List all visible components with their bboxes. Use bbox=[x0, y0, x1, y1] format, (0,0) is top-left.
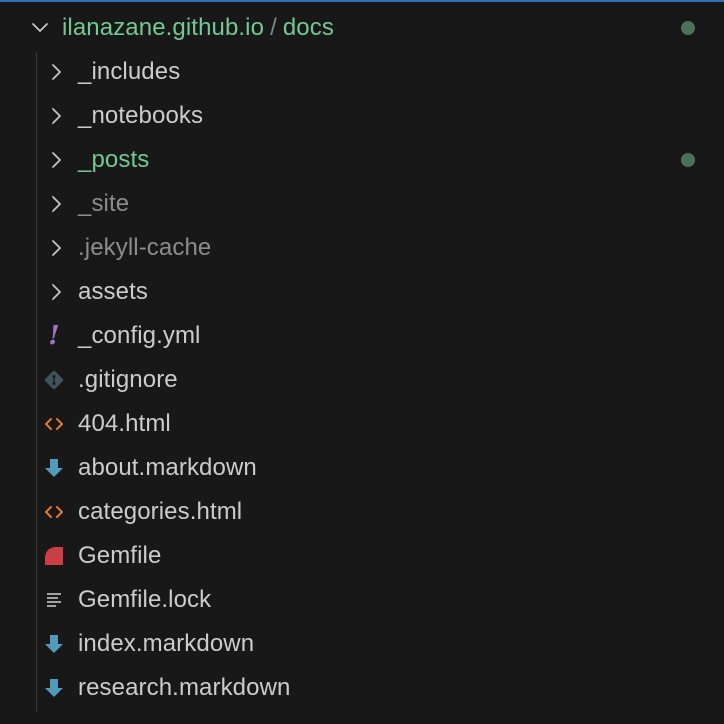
folder-label: _notebooks bbox=[78, 102, 204, 129]
lines-icon bbox=[42, 588, 66, 612]
folder-label: .jekyll-cache bbox=[78, 234, 212, 261]
chevron-right-icon[interactable] bbox=[44, 148, 68, 172]
breadcrumb-folder: docs bbox=[282, 14, 334, 41]
breadcrumb-separator: / bbox=[270, 14, 277, 41]
git-icon bbox=[42, 368, 66, 392]
folder-label: _posts bbox=[78, 146, 150, 173]
git-modified-dot bbox=[681, 21, 695, 35]
file-gemfile-lock[interactable]: Gemfile.lock bbox=[0, 578, 724, 622]
file-label: .gitignore bbox=[78, 366, 178, 393]
chevron-right-icon[interactable] bbox=[44, 280, 68, 304]
folder-jekyll-cache[interactable]: .jekyll-cache bbox=[0, 226, 724, 270]
file-about-markdown[interactable]: about.markdown bbox=[0, 446, 724, 490]
markdown-icon bbox=[42, 632, 66, 656]
chevron-right-icon[interactable] bbox=[44, 60, 68, 84]
file-categories-html[interactable]: categories.html bbox=[0, 490, 724, 534]
file-label: _config.yml bbox=[78, 322, 201, 349]
breadcrumb-parent: ilanazane.github.io bbox=[62, 14, 265, 41]
markdown-icon bbox=[42, 676, 66, 700]
file-explorer: ilanazane.github.io / docs _includes _no… bbox=[0, 0, 724, 724]
file-label: Gemfile bbox=[78, 542, 162, 569]
html-icon bbox=[42, 412, 66, 436]
folder-notebooks[interactable]: _notebooks bbox=[0, 94, 724, 138]
file-label: research.markdown bbox=[78, 674, 291, 701]
file-label: Gemfile.lock bbox=[78, 586, 212, 613]
folder-includes[interactable]: _includes bbox=[0, 50, 724, 94]
file-gitignore[interactable]: .gitignore bbox=[0, 358, 724, 402]
chevron-right-icon[interactable] bbox=[44, 104, 68, 128]
folder-label: assets bbox=[78, 278, 148, 305]
folder-root-docs[interactable]: ilanazane.github.io / docs bbox=[0, 6, 724, 50]
file-label: about.markdown bbox=[78, 454, 257, 481]
html-icon bbox=[42, 500, 66, 524]
folder-assets[interactable]: assets bbox=[0, 270, 724, 314]
markdown-icon bbox=[42, 456, 66, 480]
file-research-markdown[interactable]: research.markdown bbox=[0, 666, 724, 710]
file-config-yml[interactable]: ! _config.yml bbox=[0, 314, 724, 358]
chevron-down-icon[interactable] bbox=[28, 16, 52, 40]
ruby-gem-icon bbox=[42, 544, 66, 568]
file-gemfile[interactable]: Gemfile bbox=[0, 534, 724, 578]
file-label: categories.html bbox=[78, 498, 243, 525]
folder-label: _includes bbox=[78, 58, 181, 85]
yaml-icon: ! bbox=[48, 321, 60, 351]
folder-label: _site bbox=[78, 190, 130, 217]
file-label: 404.html bbox=[78, 410, 171, 437]
chevron-right-icon[interactable] bbox=[44, 192, 68, 216]
folder-site[interactable]: _site bbox=[0, 182, 724, 226]
file-label: index.markdown bbox=[78, 630, 255, 657]
file-index-markdown[interactable]: index.markdown bbox=[0, 622, 724, 666]
git-modified-dot bbox=[681, 153, 695, 167]
file-404-html[interactable]: 404.html bbox=[0, 402, 724, 446]
root-path: ilanazane.github.io / docs bbox=[62, 14, 334, 42]
folder-posts[interactable]: _posts bbox=[0, 138, 724, 182]
chevron-right-icon[interactable] bbox=[44, 236, 68, 260]
